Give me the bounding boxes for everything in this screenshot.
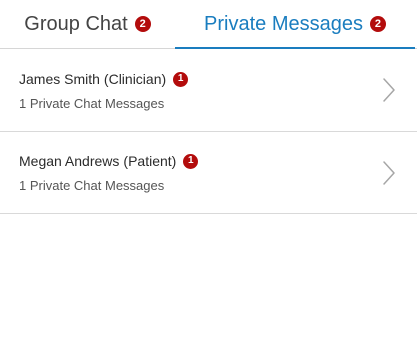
tab-bar: Group Chat 2 Private Messages 2 [0, 0, 417, 49]
unread-badge: 1 [183, 153, 199, 169]
chevron-right-icon[interactable] [383, 78, 395, 102]
tab-group-chat[interactable]: Group Chat 2 [0, 0, 175, 48]
contact-role: (Patient) [123, 153, 177, 169]
conversation-item-james-smith[interactable]: James Smith (Clinician) 1 1 Private Chat… [0, 49, 417, 132]
tab-private-messages-label: Private Messages [204, 12, 363, 35]
tab-private-messages[interactable]: Private Messages 2 [175, 0, 415, 49]
conversation-item-megan-andrews[interactable]: Megan Andrews (Patient) 1 1 Private Chat… [0, 132, 417, 214]
chevron-right-icon[interactable] [383, 161, 395, 185]
contact-role: (Clinician) [103, 71, 167, 87]
message-count: 1 Private Chat Messages [19, 96, 165, 111]
contact-name: James Smith [19, 71, 100, 87]
tab-group-chat-label: Group Chat [24, 12, 128, 35]
contact-name: Megan Andrews [19, 153, 120, 169]
conversation-list: James Smith (Clinician) 1 1 Private Chat… [0, 49, 417, 214]
message-count: 1 Private Chat Messages [19, 178, 165, 193]
tab-private-messages-badge: 2 [369, 16, 386, 32]
conversation-header: Megan Andrews (Patient) 1 [19, 153, 199, 169]
unread-badge: 1 [173, 71, 189, 87]
conversation-header: James Smith (Clinician) 1 [19, 71, 189, 87]
tab-group-chat-badge: 2 [134, 16, 151, 32]
private-messages-screen: Group Chat 2 Private Messages 2 James Sm… [0, 0, 417, 350]
